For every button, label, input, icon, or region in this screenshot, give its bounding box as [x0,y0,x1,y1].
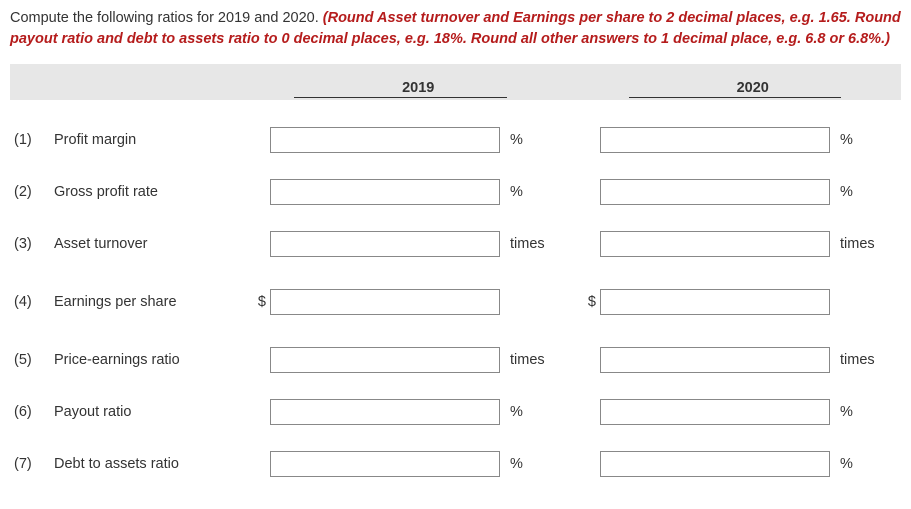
row-prefix-2019: $ [250,294,270,310]
row-number: (2) [10,184,54,200]
earnings-per-share-2020-input[interactable] [600,289,830,315]
row-unit-2019: % [500,404,562,420]
row-label: Asset turnover [54,236,250,252]
row-price-earnings-ratio: (5) Price-earnings ratio times times [10,334,901,386]
instructions-lead: Compute the following ratios for 2019 an… [10,10,323,26]
row-label: Payout ratio [54,404,250,420]
row-unit-2019: % [500,456,562,472]
price-earnings-ratio-2020-input[interactable] [600,347,830,373]
asset-turnover-2019-input[interactable] [270,231,500,257]
row-number: (3) [10,236,54,252]
earnings-per-share-2019-input[interactable] [270,289,500,315]
row-label: Gross profit rate [54,184,250,200]
debt-to-assets-ratio-2019-input[interactable] [270,451,500,477]
profit-margin-2020-input[interactable] [600,127,830,153]
row-unit-2020: % [830,132,892,148]
row-unit-2019: times [500,236,562,252]
row-number: (5) [10,352,54,368]
debt-to-assets-ratio-2020-input[interactable] [600,451,830,477]
year-2019-header: 2019 [402,80,434,96]
row-gross-profit-rate: (2) Gross profit rate % % [10,166,901,218]
payout-ratio-2019-input[interactable] [270,399,500,425]
instructions: Compute the following ratios for 2019 an… [10,8,901,50]
row-label: Debt to assets ratio [54,456,250,472]
gross-profit-rate-2019-input[interactable] [270,179,500,205]
row-unit-2020: % [830,404,892,420]
row-label: Price-earnings ratio [54,352,250,368]
row-earnings-per-share: (4) Earnings per share $ $ [10,276,901,328]
row-prefix-2020: $ [580,294,600,310]
row-number: (7) [10,456,54,472]
row-unit-2019: % [500,184,562,200]
year-header-row: 2019 2020 [10,64,901,100]
row-profit-margin: (1) Profit margin % % [10,114,901,166]
year-2020-header: 2020 [737,80,769,96]
row-unit-2019: times [500,352,562,368]
asset-turnover-2020-input[interactable] [600,231,830,257]
row-debt-to-assets-ratio: (7) Debt to assets ratio % % [10,438,901,490]
year-2020-underline [629,97,842,98]
payout-ratio-2020-input[interactable] [600,399,830,425]
profit-margin-2019-input[interactable] [270,127,500,153]
row-label: Earnings per share [54,294,250,310]
year-2019-underline [294,97,507,98]
row-label: Profit margin [54,132,250,148]
row-payout-ratio: (6) Payout ratio % % [10,386,901,438]
row-number: (6) [10,404,54,420]
row-unit-2020: times [830,352,892,368]
row-number: (1) [10,132,54,148]
price-earnings-ratio-2019-input[interactable] [270,347,500,373]
row-unit-2019: % [500,132,562,148]
row-number: (4) [10,294,54,310]
row-asset-turnover: (3) Asset turnover times times [10,218,901,270]
row-unit-2020: % [830,456,892,472]
row-unit-2020: % [830,184,892,200]
gross-profit-rate-2020-input[interactable] [600,179,830,205]
row-unit-2020: times [830,236,892,252]
